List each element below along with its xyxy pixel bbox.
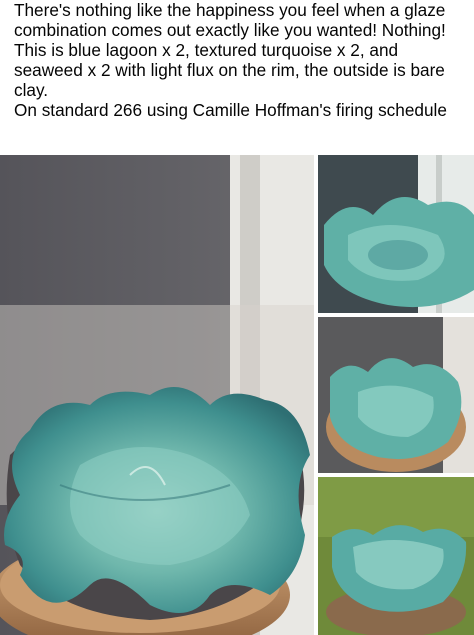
post-body: There's nothing like the happiness you f… bbox=[14, 0, 470, 120]
bowl-photo-main bbox=[0, 155, 314, 635]
photo-thumbnail[interactable] bbox=[318, 477, 474, 635]
post-card: There's nothing like the happiness you f… bbox=[0, 0, 474, 635]
bowl-photo-bot bbox=[318, 477, 474, 635]
bowl-photo-mid bbox=[318, 317, 474, 473]
photo-gallery bbox=[0, 155, 474, 635]
photo-thumbnail[interactable] bbox=[318, 155, 474, 313]
photo-main[interactable] bbox=[0, 155, 314, 635]
post-text-paragraph: There's nothing like the happiness you f… bbox=[14, 0, 446, 100]
photo-thumbnail[interactable] bbox=[318, 317, 474, 473]
post-text-paragraph: On standard 266 using Camille Hoffman's … bbox=[14, 100, 447, 120]
bowl-photo-top bbox=[318, 155, 474, 313]
